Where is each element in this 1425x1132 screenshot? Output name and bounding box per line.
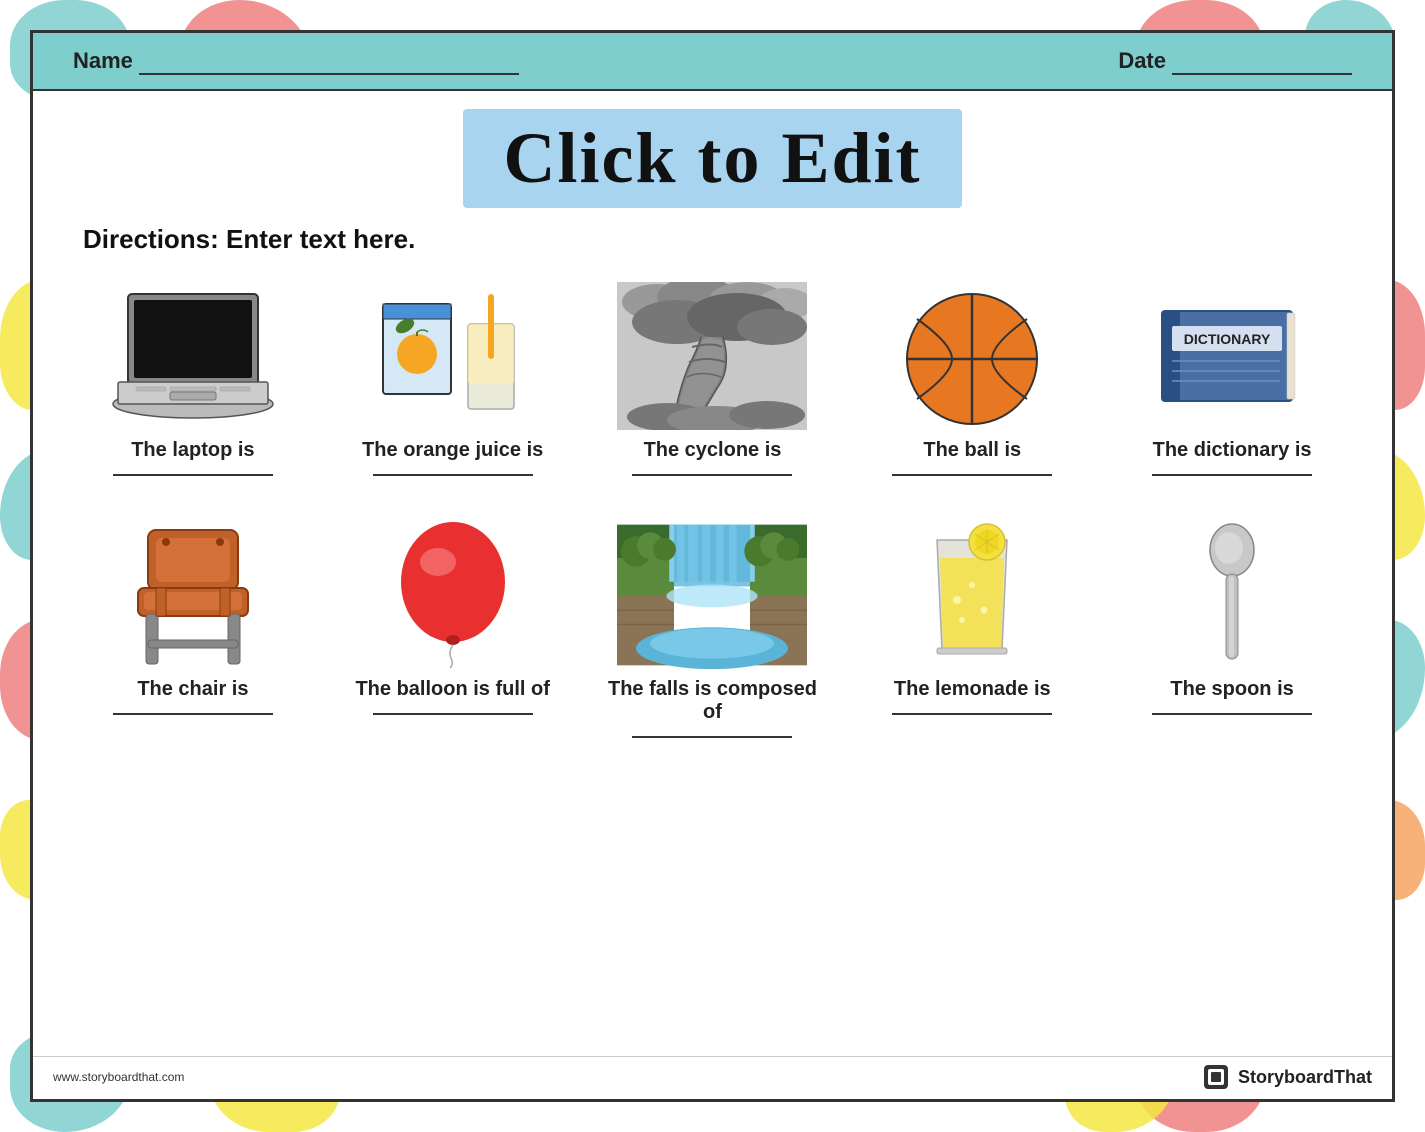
item-lemonade: The lemonade is (857, 520, 1087, 729)
date-label: Date (1118, 48, 1166, 74)
ball-label: The ball is (923, 439, 1021, 462)
balloon-label: The balloon is full of (355, 678, 549, 701)
items-grid: The laptop is (33, 271, 1392, 1056)
cyclone-image (617, 281, 807, 431)
title-box[interactable]: Click to Edit (463, 109, 961, 208)
item-cyclone: The cyclone is (597, 281, 827, 490)
spoon-image (1137, 520, 1327, 670)
balloon-image (358, 520, 548, 670)
item-balloon: The balloon is full of (338, 520, 568, 729)
lemonade-label: The lemonade is (894, 678, 1051, 701)
spoon-label: The spoon is (1170, 678, 1293, 701)
chair-line (113, 713, 273, 715)
ball-image (877, 281, 1067, 431)
grid-row-1: The laptop is (63, 271, 1362, 490)
dictionary-image: DICTIONARY (1137, 281, 1327, 431)
laptop-line (113, 474, 273, 476)
title-section[interactable]: Click to Edit (33, 91, 1392, 216)
date-field: Date (1118, 47, 1352, 75)
orange-juice-line (373, 474, 533, 476)
item-falls: The falls is composed of (597, 520, 827, 752)
title-text[interactable]: Click to Edit (503, 118, 921, 198)
footer-brand: StoryboardThat (1202, 1063, 1372, 1091)
falls-line (632, 736, 792, 738)
laptop-label: The laptop is (131, 439, 254, 462)
item-orange-juice: The orange juice is (338, 281, 568, 490)
spoon-line (1152, 713, 1312, 715)
directions: Directions: Enter text here. (33, 216, 1392, 271)
svg-text:DICTIONARY: DICTIONARY (1184, 331, 1271, 347)
footer-url: www.storyboardthat.com (53, 1070, 184, 1084)
directions-text: Directions: Enter text here. (83, 224, 415, 254)
item-spoon: The spoon is (1117, 520, 1347, 729)
orange-juice-label: The orange juice is (362, 439, 543, 462)
brand-icon (1202, 1063, 1230, 1091)
dictionary-label: The dictionary is (1153, 439, 1312, 462)
item-chair: The chair is (78, 520, 308, 729)
grid-row-2: The chair is The (63, 510, 1362, 752)
name-line (139, 47, 519, 75)
lemonade-line (892, 713, 1052, 715)
chair-label: The chair is (137, 678, 248, 701)
ball-line (892, 474, 1052, 476)
item-ball: The ball is (857, 281, 1087, 490)
laptop-image (98, 281, 288, 431)
cyclone-label: The cyclone is (644, 439, 782, 462)
item-dictionary: DICTIONARY The dictionary is (1117, 281, 1347, 490)
name-field: Name (73, 47, 519, 75)
main-content: Name Date Click to Edit Directions: Ente… (30, 30, 1395, 1102)
cyclone-line (632, 474, 792, 476)
balloon-line (373, 713, 533, 715)
chair-image (98, 520, 288, 670)
date-line (1172, 47, 1352, 75)
item-laptop: The laptop is (78, 281, 308, 490)
dictionary-line (1152, 474, 1312, 476)
header-bar: Name Date (33, 33, 1392, 91)
falls-image (617, 520, 807, 670)
falls-label: The falls is composed of (597, 678, 827, 724)
footer: www.storyboardthat.com StoryboardThat (33, 1056, 1392, 1099)
orange-juice-image (358, 281, 548, 431)
lemonade-image (877, 520, 1067, 670)
name-label: Name (73, 48, 133, 74)
brand-name: StoryboardThat (1238, 1067, 1372, 1088)
